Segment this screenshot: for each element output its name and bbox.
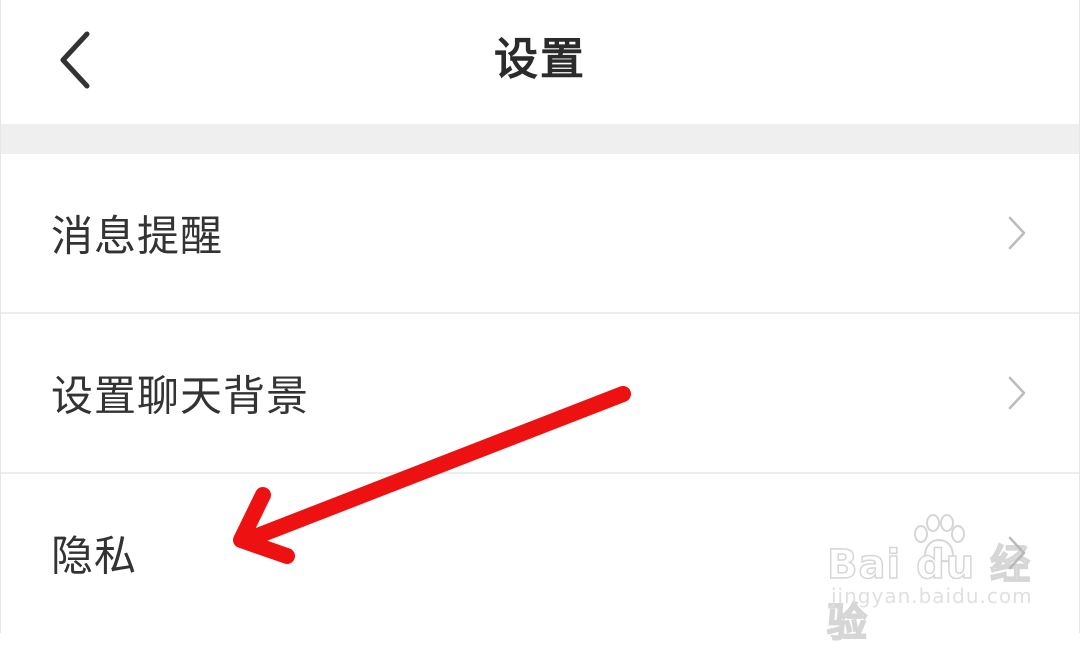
settings-item-label: 设置聊天背景 [51,371,310,421]
top-bar: 设置 [1,0,1079,124]
settings-screen: 设置 消息提醒 设置聊天背景 隐私 Bai du 经验 jingyan.baid… [0,0,1080,647]
settings-list: 消息提醒 设置聊天背景 隐私 [1,154,1079,632]
settings-item-label: 消息提醒 [51,211,224,261]
settings-item-privacy[interactable]: 隐私 [1,474,1079,632]
section-gap [1,124,1079,154]
chevron-right-icon [1008,376,1026,410]
page-title: 设置 [494,34,586,85]
chevron-right-icon [1008,536,1026,570]
settings-item-message-reminder[interactable]: 消息提醒 [1,154,1079,314]
settings-item-chat-background[interactable]: 设置聊天背景 [1,314,1079,474]
settings-item-label: 隐私 [51,531,138,581]
chevron-right-icon [1008,216,1026,250]
